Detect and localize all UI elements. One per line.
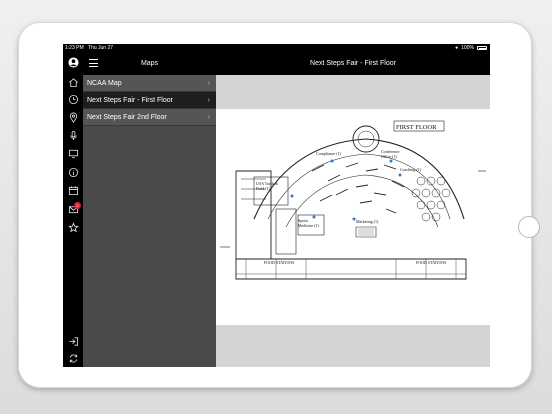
menu-item-second-floor[interactable]: Next Steps Fair 2nd Floor › — [83, 109, 216, 126]
status-left: 1:23 PM Thu Jun 27 — [65, 44, 113, 52]
maps-menu-header: Maps — [83, 52, 216, 75]
floor-label: FIRST FLOOR — [396, 124, 437, 131]
room-label: Compliance (1) — [316, 151, 342, 156]
menu-item-label: Next Steps Fair 2nd Floor — [87, 114, 167, 121]
floor-plan-drawing: FIRST FLOOR Compliance (1) Conference Of… — [220, 120, 486, 280]
menu-item-first-floor[interactable]: Next Steps Fair - First Floor › — [83, 92, 216, 109]
icon-sidebar: 2 — [63, 52, 83, 367]
menu-item-label: Next Steps Fair - First Floor — [87, 97, 173, 104]
wifi-icon: ● — [455, 45, 459, 51]
battery-percent: 100% — [461, 45, 474, 51]
room-label: Marketing (1) — [356, 219, 379, 224]
chevron-right-icon: › — [207, 80, 210, 87]
star-icon[interactable] — [63, 220, 83, 234]
map-header: Next Steps Fair - First Floor — [216, 52, 490, 75]
room-label: Medicine (1) — [298, 223, 319, 228]
map-content-area: Next Steps Fair - First Floor FIRST FLOO… — [216, 52, 490, 367]
home-hardware-button[interactable] — [518, 216, 540, 238]
status-bar: 1:23 PM Thu Jun 27 ● 100% — [63, 44, 490, 52]
status-time: 1:23 PM — [65, 45, 84, 51]
maps-menu-panel: Maps NCAA Map › Next Steps Fair - First … — [83, 52, 216, 367]
mail-badge: 2 — [74, 202, 81, 209]
profile-icon[interactable] — [63, 55, 83, 69]
menu-item-label: NCAA Map — [87, 80, 122, 87]
hamburger-icon[interactable] — [89, 59, 98, 67]
menu-item-ncaa-map[interactable]: NCAA Map › — [83, 75, 216, 92]
map-title: Next Steps Fair - First Floor — [310, 60, 396, 67]
chevron-right-icon: › — [207, 114, 210, 121]
logout-icon[interactable] — [63, 334, 83, 348]
maps-menu-title: Maps — [140, 60, 159, 67]
battery-icon — [477, 46, 487, 50]
monitor-icon[interactable] — [63, 146, 83, 160]
status-right: ● 100% — [455, 44, 487, 52]
app-screen: 1:23 PM Thu Jun 27 ● 100% 2 Maps NCAA Ma… — [63, 44, 490, 367]
location-pin-icon[interactable] — [63, 110, 83, 124]
info-icon[interactable] — [63, 165, 83, 179]
room-label: Office (1) — [381, 154, 397, 159]
sync-icon[interactable] — [63, 351, 83, 365]
room-label: Coaching (1) — [400, 167, 422, 172]
status-date: Thu Jun 27 — [88, 45, 114, 51]
room-label: Field (1) — [256, 186, 271, 191]
chevron-right-icon: › — [207, 97, 210, 104]
calendar-icon[interactable] — [63, 183, 83, 197]
clock-icon[interactable] — [63, 92, 83, 106]
mail-icon[interactable]: 2 — [63, 202, 83, 216]
microphone-icon[interactable] — [63, 128, 83, 142]
room-label: FOOD STATIONS — [416, 260, 446, 265]
room-label: FOOD STATIONS — [264, 260, 294, 265]
home-icon[interactable] — [63, 75, 83, 89]
floor-plan-map[interactable]: FIRST FLOOR Compliance (1) Conference Of… — [216, 109, 490, 325]
